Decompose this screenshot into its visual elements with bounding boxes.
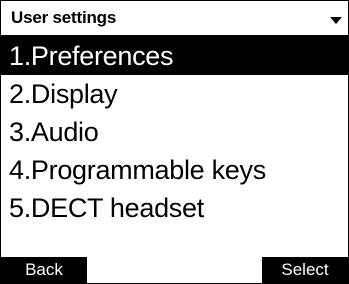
phone-screen: User settings 1.Preferences 2.Display 3.… xyxy=(0,0,349,284)
menu-item-dect-headset[interactable]: 5.DECT headset xyxy=(1,189,348,227)
menu-item-preferences[interactable]: 1.Preferences xyxy=(1,37,348,75)
triangle-down-icon[interactable] xyxy=(330,17,342,24)
menu-item-audio[interactable]: 3.Audio xyxy=(1,113,348,151)
settings-menu: 1.Preferences 2.Display 3.Audio 4.Progra… xyxy=(1,37,348,227)
select-softkey[interactable]: Select xyxy=(262,257,348,283)
screen-title: User settings xyxy=(11,8,117,27)
back-softkey[interactable]: Back xyxy=(1,257,87,283)
title-bar: User settings xyxy=(1,1,348,37)
menu-item-display[interactable]: 2.Display xyxy=(1,75,348,113)
menu-item-programmable-keys[interactable]: 4.Programmable keys xyxy=(1,151,348,189)
